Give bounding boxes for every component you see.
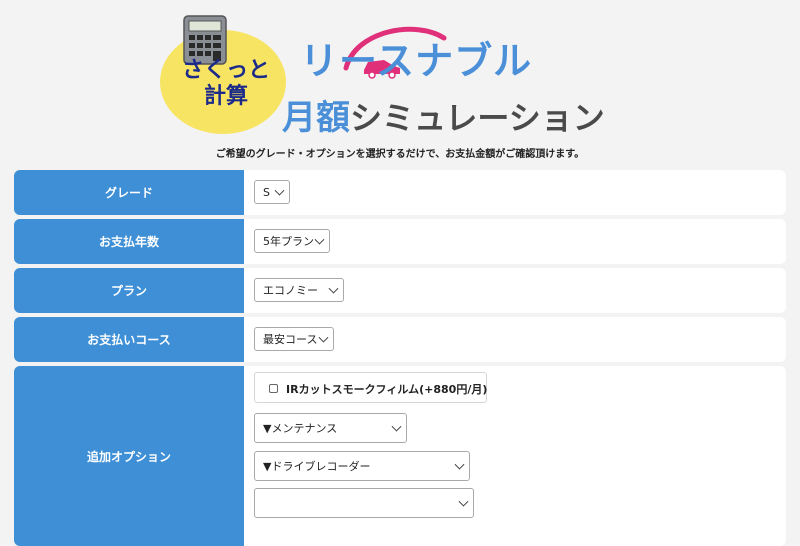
logo-monthly: 月額	[282, 98, 350, 138]
payment-years-label: お支払年数	[14, 219, 244, 264]
plan-label: プラン	[14, 268, 244, 313]
maintenance-select-value: ▼メンテナンス	[263, 422, 338, 435]
plan-select[interactable]: エコノミー	[254, 278, 344, 302]
page-description: ご希望のグレード・オプションを選択するだけで、お支払金額がご確認頂けます。	[215, 149, 585, 160]
drive-recorder-select-value: ▼ドライブレコーダー	[263, 460, 371, 473]
grade-row: グレード S	[14, 170, 786, 215]
grade-label: グレード	[14, 170, 244, 215]
bubble-line-1: さくっと	[181, 58, 270, 83]
drive-recorder-select[interactable]: ▼ドライブレコーダー	[254, 451, 470, 481]
chevron-down-icon	[454, 459, 465, 470]
grade-select-value: S	[263, 185, 270, 199]
grade-select[interactable]: S	[254, 180, 290, 204]
logo-subtitle: 月額シミュレーション	[282, 90, 605, 139]
ir-film-option[interactable]: IRカットスモークフィルム(+880円/月)	[254, 372, 487, 403]
course-label: お支払いコース	[14, 317, 244, 362]
chevron-down-icon	[274, 185, 285, 196]
logo-simulation: シミュレーション	[350, 99, 605, 137]
course-select[interactable]: 最安コース	[254, 327, 334, 351]
ir-film-label: IRカットスモークフィルム(+880円/月)	[286, 383, 488, 396]
maintenance-select[interactable]: ▼メンテナンス	[254, 413, 407, 443]
chevron-down-icon	[391, 421, 402, 432]
options-label: 追加オプション	[14, 366, 244, 546]
payment-years-row: お支払年数 5年プラン	[14, 219, 786, 264]
chevron-down-icon	[328, 283, 339, 294]
options-row: 追加オプション IRカットスモークフィルム(+880円/月) ▼メンテナンス ▼…	[14, 366, 786, 546]
payment-years-select-value: 5年プラン	[263, 235, 314, 248]
plan-row: プラン エコノミー	[14, 268, 786, 313]
course-select-value: 最安コース	[263, 333, 318, 346]
course-row: お支払いコース 最安コース	[14, 317, 786, 362]
bubble-text: さくっと 計算	[176, 58, 276, 110]
payment-years-select[interactable]: 5年プラン	[254, 229, 330, 253]
plan-select-value: エコノミー	[263, 284, 318, 297]
chevron-down-icon	[314, 234, 325, 245]
bubble-line-2: 計算	[203, 84, 248, 109]
ir-film-checkbox[interactable]	[269, 384, 278, 393]
logo-title: リースナブル	[300, 39, 533, 83]
options-label-text: 追加オプション	[86, 449, 171, 464]
header: さくっと 計算 リースナブル 月額シミュレーション ご希望のグレード・オプション…	[0, 0, 800, 165]
chevron-down-icon	[458, 496, 469, 507]
chevron-down-icon	[318, 332, 329, 343]
additional-option-select[interactable]	[254, 488, 474, 518]
